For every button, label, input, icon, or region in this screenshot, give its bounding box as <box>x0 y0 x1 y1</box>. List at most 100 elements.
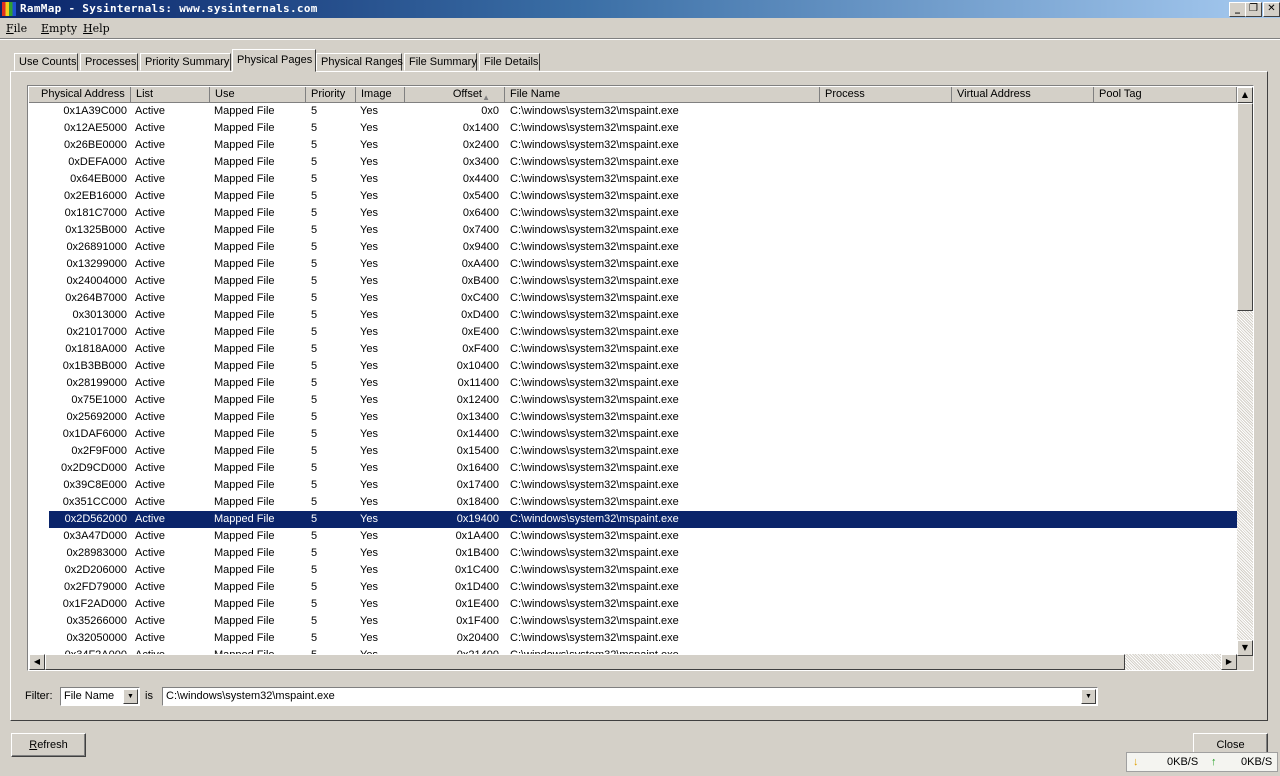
file-name-cell: C:\windows\system32\mspaint.exe <box>510 462 679 474</box>
table-row-selected[interactable]: 0x2D562000 Active Mapped File 5 Yes 0x19400 C:… <box>49 511 1237 528</box>
table-row[interactable]: 0x1818A000 Active Mapped File 5 Yes 0xF400 C:\… <box>49 341 1237 358</box>
table-row[interactable]: 0x3A47D000 Active Mapped File 5 Yes 0x1A400 C:… <box>49 528 1237 545</box>
table-row[interactable]: 0x351CC000 Active Mapped File 5 Yes 0x18400 C:… <box>49 494 1237 511</box>
column-offset[interactable]: Offset ▲ <box>405 87 505 103</box>
column-image[interactable]: Image <box>356 87 405 103</box>
column-priority[interactable]: Priority <box>306 87 356 103</box>
offset-cell: 0x12400 <box>456 394 499 406</box>
list-cell: Active <box>135 581 165 593</box>
horizontal-scrollbar[interactable]: ◀ ▶ <box>29 654 1237 670</box>
table-row[interactable]: 0x26BE0000 Active Mapped File 5 Yes 0x2400 C:\… <box>49 137 1237 154</box>
table-row[interactable]: 0x12AE5000 Active Mapped File 5 Yes 0x1400 C:\… <box>49 120 1237 137</box>
file-name-cell: C:\windows\system32\mspaint.exe <box>510 615 679 627</box>
table-row[interactable]: 0x26891000 Active Mapped File 5 Yes 0x9400 C:\… <box>49 239 1237 256</box>
table-row[interactable]: 0x264B7000 Active Mapped File 5 Yes 0xC400 C:\… <box>49 290 1237 307</box>
table-row[interactable]: 0xDEFA000 Active Mapped File 5 Yes 0x3400 C:\w… <box>49 154 1237 171</box>
scroll-left-icon[interactable]: ◀ <box>29 654 45 670</box>
close-window-button[interactable]: ✕ <box>1263 2 1280 17</box>
table-row[interactable]: 0x2EB16000 Active Mapped File 5 Yes 0x5400 C:\… <box>49 188 1237 205</box>
offset-cell: 0xC400 <box>461 292 499 304</box>
image-cell: Yes <box>360 122 378 134</box>
column-list[interactable]: List <box>131 87 210 103</box>
tab-file-details[interactable]: File Details <box>479 53 540 71</box>
table-row[interactable]: 0x2F9F000 Active Mapped File 5 Yes 0x15400 C:\… <box>49 443 1237 460</box>
minimize-button[interactable]: _ <box>1229 2 1246 17</box>
table-row[interactable]: 0x1A39C000 Active Mapped File 5 Yes 0x0 C:\win… <box>49 103 1237 120</box>
priority-cell: 5 <box>311 513 318 525</box>
list-cell: Active <box>135 309 165 321</box>
offset-cell: 0x13400 <box>456 411 499 423</box>
table-row[interactable]: 0x28199000 Active Mapped File 5 Yes 0x11400 C:… <box>49 375 1237 392</box>
file-name-cell: C:\windows\system32\mspaint.exe <box>510 156 679 168</box>
physical-address-cell: 0x12AE5000 <box>64 122 127 134</box>
physical-address-cell: 0x1DAF6000 <box>62 428 127 440</box>
scroll-right-icon[interactable]: ▶ <box>1221 654 1237 670</box>
table-row[interactable]: 0x2FD79000 Active Mapped File 5 Yes 0x1D400 C:… <box>49 579 1237 596</box>
column-physical-address[interactable]: Physical Address <box>29 87 131 103</box>
list-cell: Active <box>135 343 165 355</box>
horizontal-scroll-thumb[interactable] <box>45 654 1125 670</box>
table-row[interactable]: 0x1DAF6000 Active Mapped File 5 Yes 0x14400 C:… <box>49 426 1237 443</box>
column-file-name[interactable]: File Name <box>505 87 820 103</box>
priority-cell: 5 <box>311 547 318 559</box>
scroll-up-icon[interactable]: ▲ <box>1237 87 1253 103</box>
table-row[interactable]: 0x1325B000 Active Mapped File 5 Yes 0x7400 C:\… <box>49 222 1237 239</box>
tab-priority-summary[interactable]: Priority Summary <box>140 53 231 71</box>
table-row[interactable]: 0x21017000 Active Mapped File 5 Yes 0xE400 C:\… <box>49 324 1237 341</box>
tab-processes[interactable]: Processes <box>80 53 138 71</box>
table-row[interactable]: 0x1F2AD000 Active Mapped File 5 Yes 0x1E400 C:… <box>49 596 1237 613</box>
tab-use-counts[interactable]: Use Counts <box>14 53 78 71</box>
table-row[interactable]: 0x28983000 Active Mapped File 5 Yes 0x1B400 C:… <box>49 545 1237 562</box>
menu-file[interactable]: File <box>6 22 27 35</box>
column-use[interactable]: Use <box>210 87 306 103</box>
table-row[interactable]: 0x2D9CD000 Active Mapped File 5 Yes 0x16400 C:… <box>49 460 1237 477</box>
table-row[interactable]: 0x3013000 Active Mapped File 5 Yes 0xD400 C:\w… <box>49 307 1237 324</box>
image-cell: Yes <box>360 479 378 491</box>
table-row[interactable]: 0x35266000 Active Mapped File 5 Yes 0x1F400 C:… <box>49 613 1237 630</box>
table-row[interactable]: 0x25692000 Active Mapped File 5 Yes 0x13400 C:… <box>49 409 1237 426</box>
physical-address-cell: 0x64EB000 <box>70 173 127 185</box>
table-row[interactable]: 0x2D206000 Active Mapped File 5 Yes 0x1C400 C:… <box>49 562 1237 579</box>
file-name-cell: C:\windows\system32\mspaint.exe <box>510 360 679 372</box>
table-row[interactable]: 0x181C7000 Active Mapped File 5 Yes 0x6400 C:\… <box>49 205 1237 222</box>
column-virtual-address[interactable]: Virtual Address <box>952 87 1094 103</box>
offset-cell: 0x20400 <box>456 632 499 644</box>
table-row[interactable]: 0x75E1000 Active Mapped File 5 Yes 0x12400 C:\… <box>49 392 1237 409</box>
chevron-down-icon[interactable]: ▼ <box>123 689 138 704</box>
tab-physical-pages[interactable]: Physical Pages <box>232 49 316 72</box>
tab-file-summary[interactable]: File Summary <box>404 53 477 71</box>
list-cell: Active <box>135 224 165 236</box>
table-row[interactable]: 0x39C8E000 Active Mapped File 5 Yes 0x17400 C:… <box>49 477 1237 494</box>
filter-field-select[interactable]: File Name ▼ <box>60 687 140 706</box>
physical-pages-list[interactable]: Physical Address List Use Priority Image… <box>27 85 1254 671</box>
priority-cell: 5 <box>311 258 318 270</box>
list-cell: Active <box>135 122 165 134</box>
restore-button[interactable]: ❐ <box>1245 2 1262 17</box>
scroll-down-icon[interactable]: ▼ <box>1237 640 1253 656</box>
table-row[interactable]: 0x13299000 Active Mapped File 5 Yes 0xA400 C:\… <box>49 256 1237 273</box>
list-cell: Active <box>135 241 165 253</box>
file-name-cell: C:\windows\system32\mspaint.exe <box>510 411 679 423</box>
table-row[interactable]: 0x1B3BB000 Active Mapped File 5 Yes 0x10400 C:… <box>49 358 1237 375</box>
file-name-cell: C:\windows\system32\mspaint.exe <box>510 309 679 321</box>
list-cell: Active <box>135 479 165 491</box>
table-row[interactable]: 0x24004000 Active Mapped File 5 Yes 0xB400 C:\… <box>49 273 1237 290</box>
chevron-down-icon[interactable]: ▼ <box>1081 689 1096 704</box>
tab-physical-ranges[interactable]: Physical Ranges <box>316 53 403 71</box>
physical-address-cell: 0x351CC000 <box>62 496 127 508</box>
column-pool-tag[interactable]: Pool Tag <box>1094 87 1237 103</box>
vertical-scroll-thumb[interactable] <box>1237 103 1253 311</box>
table-row[interactable]: 0x64EB000 Active Mapped File 5 Yes 0x4400 C:\w… <box>49 171 1237 188</box>
image-cell: Yes <box>360 190 378 202</box>
vertical-scrollbar[interactable]: ▲ ▼ <box>1237 87 1253 656</box>
offset-cell: 0x3400 <box>462 156 499 168</box>
filter-value-combo[interactable]: C:\windows\system32\mspaint.exe ▼ <box>162 687 1098 706</box>
priority-cell: 5 <box>311 173 318 185</box>
image-cell: Yes <box>360 292 378 304</box>
menu-help[interactable]: Help <box>83 22 110 35</box>
menu-empty[interactable]: Empty <box>41 22 77 35</box>
file-name-cell: C:\windows\system32\mspaint.exe <box>510 513 679 525</box>
refresh-button[interactable]: Refresh <box>11 733 86 757</box>
table-row[interactable]: 0x32050000 Active Mapped File 5 Yes 0x20400 C:… <box>49 630 1237 647</box>
column-process[interactable]: Process <box>820 87 952 103</box>
